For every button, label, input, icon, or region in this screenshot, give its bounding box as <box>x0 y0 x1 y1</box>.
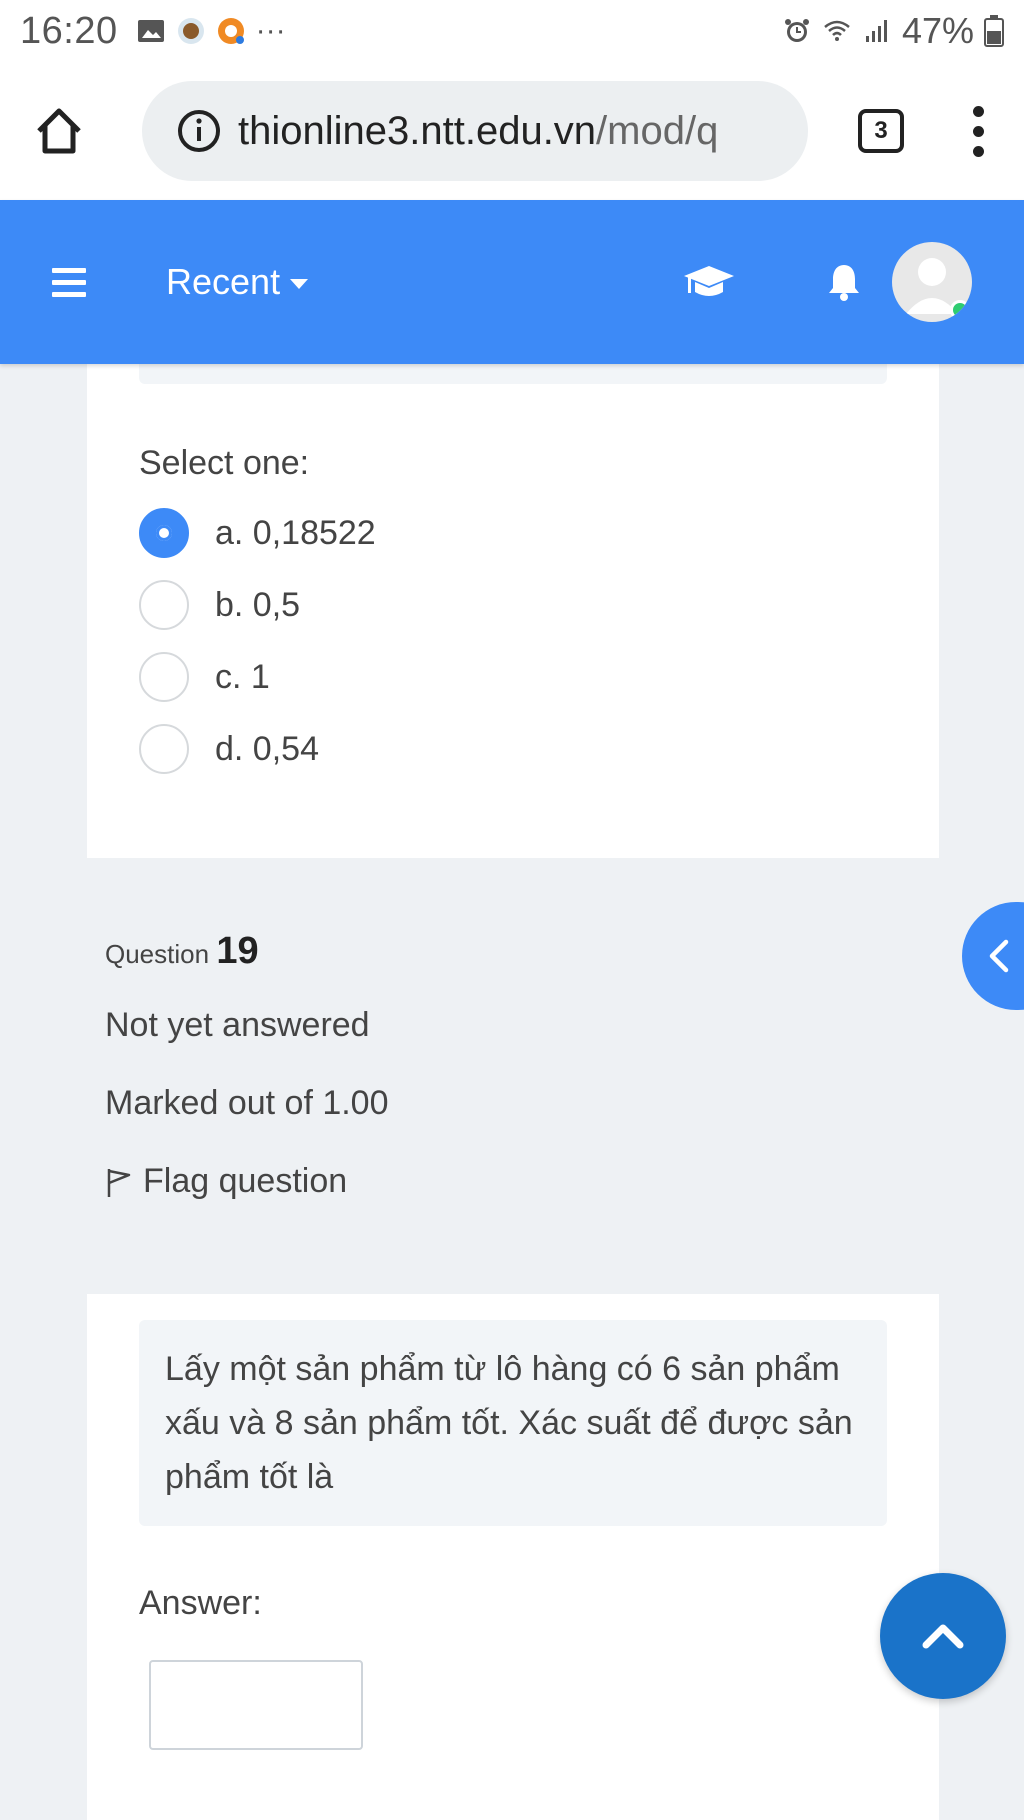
scroll-to-top-button[interactable] <box>880 1573 1006 1699</box>
address-bar[interactable]: thionline3.ntt.edu.vn/mod/q <box>142 81 808 181</box>
online-status-dot <box>950 300 970 320</box>
option-label: d. 0,54 <box>215 729 319 768</box>
select-one-label: Select one: <box>139 444 310 482</box>
tab-count: 3 <box>874 117 888 144</box>
option-label: a. 0,18522 <box>215 513 376 552</box>
signal-icon <box>865 20 887 42</box>
status-bar: 16:20 ··· 47% <box>0 0 1024 62</box>
url-path: /mod/q <box>596 108 719 153</box>
radio-a[interactable] <box>139 508 189 558</box>
hamburger-menu-icon[interactable] <box>52 267 86 297</box>
previous-question-card: Select one: a. 0,18522 b. 0,5 c. 1 d. 0,… <box>87 364 939 858</box>
recent-dropdown[interactable]: Recent <box>166 261 309 303</box>
option-a[interactable]: a. 0,18522 <box>139 508 376 558</box>
option-c[interactable]: c. 1 <box>139 652 270 702</box>
gallery-icon <box>137 20 164 42</box>
battery-percent: 47% <box>901 10 974 51</box>
url-host: thionline3.ntt.edu.vn <box>238 108 597 153</box>
answer-label: Answer: <box>139 1584 262 1622</box>
recent-label: Recent <box>166 261 281 302</box>
app-notification-icon <box>177 18 204 44</box>
quiz-navigation-toggle[interactable] <box>962 902 1024 1010</box>
wifi-icon <box>824 20 850 41</box>
question-marks: Marked out of 1.00 <box>105 1084 389 1122</box>
info-icon <box>178 110 220 152</box>
chevron-up-icon <box>922 1624 964 1649</box>
answer-input[interactable] <box>149 1660 363 1750</box>
menu-dot-icon <box>972 125 984 137</box>
chevron-left-icon <box>989 939 1009 973</box>
status-time: 16:20 <box>20 9 118 52</box>
graduation-cap-icon[interactable] <box>682 262 736 302</box>
question-number: Question 19 <box>105 930 259 973</box>
flag-question-link[interactable]: Flag question <box>105 1162 347 1201</box>
question-card: Lấy một sản phẩm từ lô hàng có 6 sản phẩ… <box>87 1294 939 1820</box>
battery-icon <box>984 15 1004 47</box>
app-navbar: Recent <box>0 200 1024 364</box>
music-app-icon <box>217 18 244 44</box>
question-info: Question 19 Not yet answered Marked out … <box>105 930 389 1200</box>
tab-switcher-button[interactable]: 3 <box>858 109 904 153</box>
notification-icons: ··· <box>136 14 286 48</box>
option-label: b. 0,5 <box>215 585 301 624</box>
question-text: Lấy một sản phẩm từ lô hàng có 6 sản phẩ… <box>139 1320 887 1526</box>
option-d[interactable]: d. 0,54 <box>139 724 319 774</box>
question-status: Not yet answered <box>105 1006 370 1044</box>
radio-b[interactable] <box>139 580 189 630</box>
bell-icon[interactable] <box>826 262 862 302</box>
menu-dot-icon <box>972 145 984 157</box>
home-icon <box>37 108 81 154</box>
browser-menu-button[interactable] <box>968 105 988 157</box>
radio-d[interactable] <box>139 724 189 774</box>
menu-dot-icon <box>972 105 984 117</box>
more-notifications: ··· <box>255 14 286 47</box>
radio-c[interactable] <box>139 652 189 702</box>
question-prefix: Question <box>105 939 210 969</box>
browser-toolbar: thionline3.ntt.edu.vn/mod/q 3 <box>0 62 1024 200</box>
previous-question-text-box <box>139 364 887 384</box>
caret-down-icon <box>290 279 309 289</box>
option-label: c. 1 <box>215 657 270 696</box>
question-number-value: 19 <box>216 930 259 972</box>
flag-question-label: Flag question <box>143 1162 348 1200</box>
flag-icon <box>107 1168 131 1197</box>
url-text: thionline3.ntt.edu.vn/mod/q <box>238 109 718 154</box>
alarm-icon <box>784 19 809 42</box>
user-avatar[interactable] <box>892 242 972 322</box>
home-button[interactable] <box>24 96 94 166</box>
option-b[interactable]: b. 0,5 <box>139 580 300 630</box>
